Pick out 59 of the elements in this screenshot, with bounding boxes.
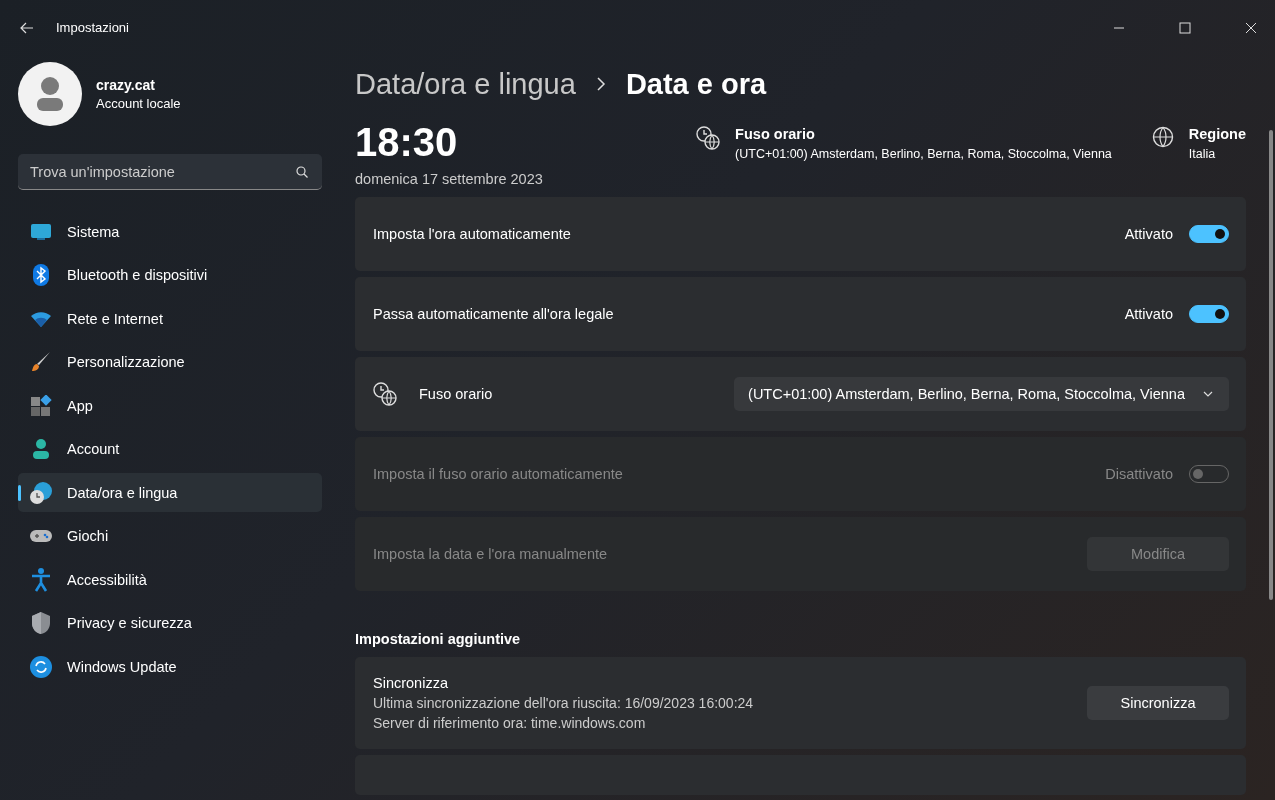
account-type: Account locale (96, 96, 181, 111)
info-value: (UTC+01:00) Amsterdam, Berlino, Berna, Roma, Stoccolma, Vienna (735, 147, 1112, 161)
scrollbar[interactable] (1269, 130, 1273, 600)
search-field[interactable]: Trova un'impostazione (18, 154, 322, 190)
nav-item[interactable]: Accessibilità (18, 560, 322, 599)
nav-item[interactable]: Data/ora e lingua (18, 473, 322, 512)
section-heading: Impostazioni aggiuntive (355, 631, 522, 647)
setting-label: Fuso orario (419, 386, 494, 402)
current-date: domenica 17 settembre 2023 (355, 171, 544, 187)
globe-clock-icon (29, 480, 53, 505)
window-title: Impostazioni (56, 20, 129, 35)
apps-icon (29, 394, 53, 417)
back-arrow-icon[interactable] (20, 21, 34, 34)
sync-title: Sincronizza (373, 675, 449, 691)
nav-item[interactable]: Windows Update (18, 647, 322, 686)
clock-globe-icon (696, 126, 721, 150)
current-time: 18:30 (355, 120, 459, 165)
chevron-down-icon (1203, 391, 1213, 397)
nav-item[interactable]: Sistema (18, 212, 322, 251)
nav-item[interactable]: Account (18, 429, 322, 469)
nav-item[interactable]: Privacy e sicurezza (18, 603, 322, 643)
sync-detail: Ultima sincronizzazione dell'ora riuscita: 16/09/2023 16:00:24 (373, 695, 755, 711)
sync-button[interactable]: Sincronizza (1087, 686, 1229, 720)
maximize-icon[interactable] (1179, 21, 1191, 34)
page-title: Data e ora (625, 67, 767, 101)
search-icon (296, 166, 308, 178)
paintbrush-icon (29, 351, 53, 373)
avatar-icon (18, 62, 82, 126)
toggle-switch[interactable] (1189, 225, 1229, 243)
update-icon (29, 655, 53, 678)
setting-label: Imposta il fuso orario automaticamente (373, 466, 624, 482)
breadcrumb-parent[interactable]: Data/ora e lingua (355, 67, 576, 101)
toggle-switch[interactable] (1189, 305, 1229, 323)
nav-item[interactable]: Bluetooth e dispositivi (18, 255, 322, 295)
clock-globe-icon (373, 382, 397, 406)
nav-item[interactable]: Giochi (18, 516, 322, 556)
nav-item[interactable]: Personalizzazione (18, 342, 322, 382)
info-title: Regione (1188, 126, 1246, 142)
gamepad-icon (29, 527, 53, 545)
nav-item[interactable]: App (18, 386, 322, 425)
info-title: Fuso orario (735, 126, 816, 142)
sync-detail: Server di riferimento ora: time.windows.com (373, 715, 647, 731)
timezone-dropdown[interactable]: (UTC+01:00) Amsterdam, Berlino, Berna, Roma, Stoccolma, Vienna (734, 377, 1229, 411)
setting-label: Imposta l'ora automaticamente (373, 226, 572, 242)
toggle-state-text: Disattivato (1105, 466, 1173, 482)
monitor-icon (29, 221, 53, 242)
wifi-icon (29, 310, 53, 327)
shield-icon (29, 611, 53, 635)
toggle-state-text: Attivato (1124, 306, 1173, 322)
accessibility-icon (29, 567, 53, 592)
info-value: Italia (1188, 147, 1217, 161)
chevron-right-icon (595, 77, 606, 91)
toggle-state-text: Attivato (1124, 226, 1173, 242)
close-icon[interactable] (1245, 21, 1257, 34)
nav-item[interactable]: Rete e Internet (18, 299, 322, 338)
globe-icon (1151, 126, 1174, 148)
setting-label: Passa automaticamente all'ora legale (373, 306, 615, 322)
setting-label: Imposta la data e l'ora manualmente (373, 546, 609, 562)
user-name: crazy.cat (96, 77, 156, 93)
